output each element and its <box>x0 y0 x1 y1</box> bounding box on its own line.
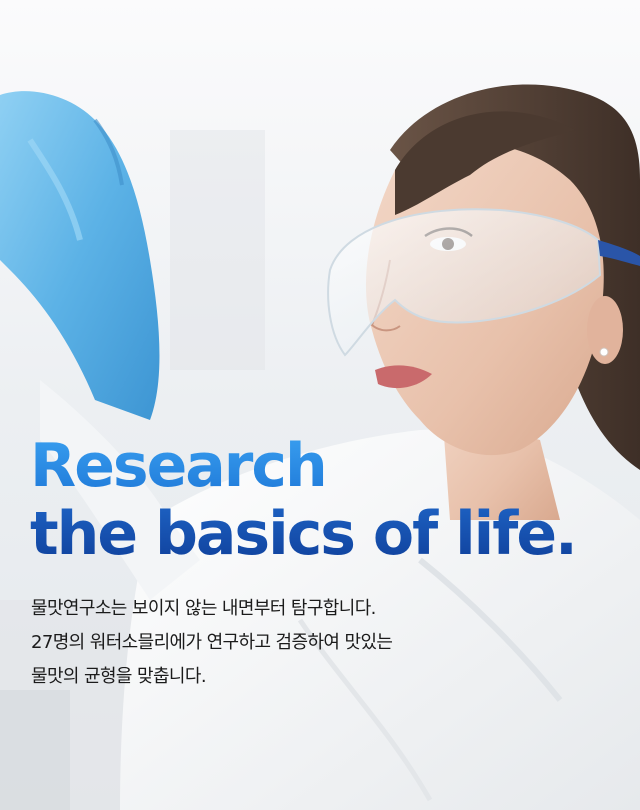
headline-line-2: the basics of life. <box>30 499 578 569</box>
description-line-1: 물맛연구소는 보이지 않는 내면부터 탐구합니다. <box>31 598 376 619</box>
hero-banner: Research the basics of life. 물맛연구소는 보이지 … <box>0 0 640 810</box>
description-line-3: 물맛의 균형을 맞춥니다. <box>31 666 207 687</box>
headline-line-1: Research <box>30 432 576 500</box>
description-line-2: 27명의 워터소믈리에가 연구하고 검증하여 맛있는 <box>31 632 393 653</box>
hero-headline: Research the basics of life. <box>30 432 578 569</box>
hero-description: 물맛연구소는 보이지 않는 내면부터 탐구합니다. 27명의 워터소믈리에가 연… <box>31 592 393 694</box>
